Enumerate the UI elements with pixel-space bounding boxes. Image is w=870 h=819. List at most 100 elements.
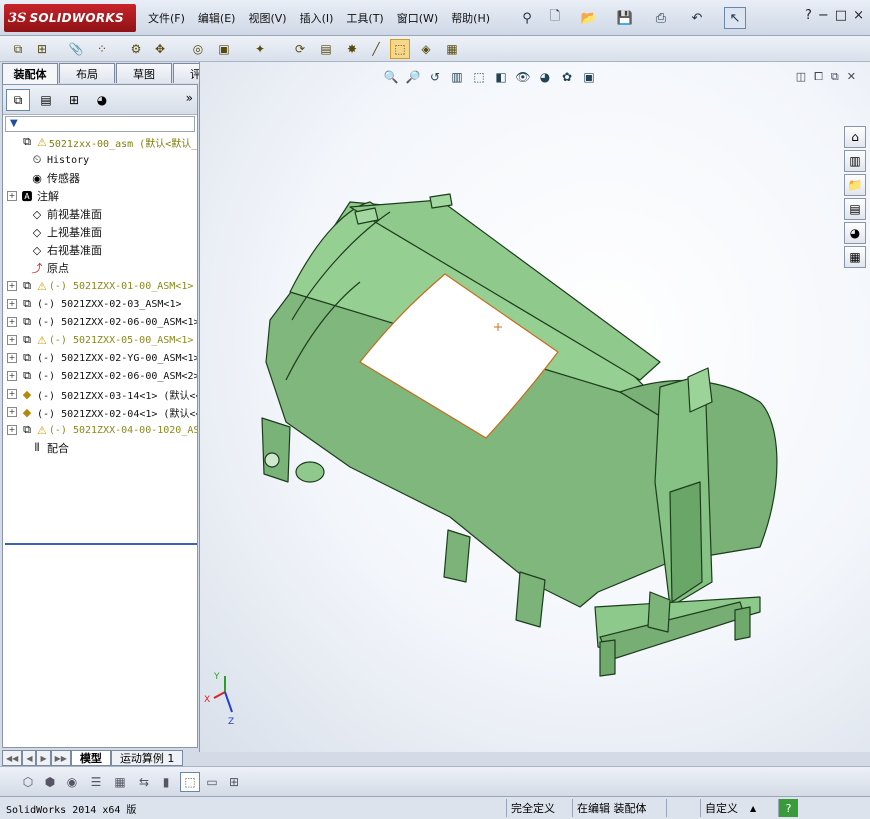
- window-pane-icon[interactable]: ▭: [202, 772, 222, 792]
- wireframe-icon[interactable]: ⬡: [18, 772, 38, 792]
- tree-item-front-plane[interactable]: ◇ 前视基准面: [3, 205, 197, 223]
- tab-model[interactable]: 模型: [70, 750, 111, 766]
- appearances-icon[interactable]: ◕: [844, 222, 866, 244]
- solidworks-resources-icon[interactable]: ⌂: [844, 126, 866, 148]
- tab-motion-study[interactable]: 运动算例 1: [110, 750, 184, 766]
- tab-scroll-prev-icon[interactable]: ◀: [22, 750, 37, 766]
- insert-component-icon[interactable]: ⊞: [32, 39, 52, 59]
- tree-component[interactable]: + ⧉ ⚠ (-) 5021ZXX-04-00-1020_ASM<1>: [3, 421, 197, 439]
- menu-help[interactable]: 帮助(H): [451, 10, 490, 26]
- hide-show-items-icon[interactable]: 👁: [514, 68, 532, 86]
- menu-view[interactable]: 视图(V): [248, 10, 286, 26]
- feature-tree-tab-icon[interactable]: ⧉: [6, 89, 30, 111]
- expand-toggle[interactable]: +: [7, 281, 17, 291]
- tree-component[interactable]: + ◆ (-) 5021ZXX-02-04<1> (默认<<默认>_显示状态 1…: [3, 403, 197, 421]
- list-view-icon[interactable]: ☰: [86, 772, 106, 792]
- new-motion-study-icon[interactable]: ⟳: [290, 39, 310, 59]
- section-view-icon[interactable]: ▥: [448, 68, 466, 86]
- assembly-features-icon[interactable]: ▣: [214, 39, 234, 59]
- edit-appearance-icon[interactable]: ◕: [536, 68, 554, 86]
- tree-root-assembly[interactable]: ⧉ ⚠ 5021zxx-00_asm (默认<默认_显示状态-1>): [3, 133, 197, 151]
- save-icon[interactable]: 💾: [614, 7, 636, 29]
- tree-item-mates[interactable]: ⫴ 配合: [3, 439, 197, 457]
- zoom-area-icon[interactable]: 🔎: [404, 68, 422, 86]
- shaded-edges-icon[interactable]: ⬚: [180, 772, 200, 792]
- tree-item-sensors[interactable]: ◉ 传感器: [3, 169, 197, 187]
- solidworks-logo[interactable]: 3S SOLIDWORKS: [4, 4, 136, 32]
- mate-icon[interactable]: 📎: [66, 39, 86, 59]
- new-document-icon[interactable]: 🗋: [544, 7, 566, 29]
- tab-scroll-last-icon[interactable]: ▶▶: [50, 750, 71, 766]
- layout-icon[interactable]: ⇆: [134, 772, 154, 792]
- previous-view-icon[interactable]: ↺: [426, 68, 444, 86]
- tab-assembly[interactable]: 装配体: [2, 63, 58, 84]
- edit-component-icon[interactable]: ⧉: [8, 39, 28, 59]
- graphics-viewport[interactable]: Y X Z 🔍 🔎 ↺ ▥ ⬚ ◧ 👁 ◕ ✿ ▣ ◫ ⧠ ⧉ ✕ ⌂ ▥ 📁 …: [199, 62, 870, 752]
- view-orientation-icon[interactable]: ⬚: [470, 68, 488, 86]
- tree-component[interactable]: + ⧉ (-) 5021ZXX-02-06-00_ASM<2>: [3, 367, 197, 385]
- expand-toggle[interactable]: +: [7, 389, 17, 399]
- tree-component[interactable]: + ⧉ (-) 5021ZXX-02-06-00_ASM<1>: [3, 313, 197, 331]
- tab-sketch[interactable]: 草图: [116, 63, 172, 83]
- tree-item-right-plane[interactable]: ◇ 右视基准面: [3, 241, 197, 259]
- close-button[interactable]: ×: [853, 8, 864, 23]
- menu-insert[interactable]: 插入(I): [300, 10, 334, 26]
- more-tabs-icon[interactable]: »: [186, 91, 193, 105]
- custom-properties-icon[interactable]: ▦: [844, 246, 866, 268]
- expand-toggle[interactable]: +: [7, 317, 17, 327]
- menu-window[interactable]: 窗口(W): [397, 10, 438, 26]
- configuration-manager-tab-icon[interactable]: ⊞: [62, 89, 86, 111]
- tree-item-history[interactable]: ⏲ History: [3, 151, 197, 169]
- tree-component[interactable]: + ◆ (-) 5021ZXX-03-14<1> (默认<<默认>_显示状态 1…: [3, 385, 197, 403]
- reference-geometry-icon[interactable]: ✦: [250, 39, 270, 59]
- expand-toggle[interactable]: +: [7, 425, 17, 435]
- expand-toggle[interactable]: +: [7, 191, 17, 201]
- show-hidden-icon[interactable]: ◎: [188, 39, 208, 59]
- design-library-icon[interactable]: ▥: [844, 150, 866, 172]
- view-palette-icon[interactable]: ▤: [844, 198, 866, 220]
- zoom-to-fit-icon[interactable]: 🔍: [382, 68, 400, 86]
- tab-scroll-next-icon[interactable]: ▶: [36, 750, 51, 766]
- split-view-icon[interactable]: ◫: [796, 70, 806, 84]
- restore-view-icon[interactable]: ⧠: [814, 70, 823, 84]
- property-manager-tab-icon[interactable]: ▤: [34, 89, 58, 111]
- apply-scene-icon[interactable]: ✿: [558, 68, 576, 86]
- rollback-bar[interactable]: [5, 543, 197, 545]
- move-component-icon[interactable]: ✥: [150, 39, 170, 59]
- select-cursor-icon[interactable]: ↖: [724, 7, 746, 29]
- explode-line-icon[interactable]: ╱: [366, 39, 386, 59]
- linear-pattern-icon[interactable]: ⁘: [92, 39, 112, 59]
- pin-icon[interactable]: ⚲: [516, 7, 538, 29]
- open-folder-icon[interactable]: 📂: [578, 7, 600, 29]
- vertical-bar-icon[interactable]: ▮: [156, 772, 176, 792]
- hidden-lines-icon[interactable]: ⬢: [40, 772, 60, 792]
- print-icon[interactable]: ⎙: [650, 7, 672, 29]
- menu-tools[interactable]: 工具(T): [346, 10, 383, 26]
- expand-toggle[interactable]: +: [7, 353, 17, 363]
- tab-layout[interactable]: 布局: [59, 63, 115, 83]
- menu-file[interactable]: 文件(F): [148, 10, 185, 26]
- tree-item-top-plane[interactable]: ◇ 上视基准面: [3, 223, 197, 241]
- help-icon[interactable]: ?: [778, 799, 798, 817]
- tree-component[interactable]: + ⧉ ⚠ (-) 5021ZXX-01-00_ASM<1>: [3, 277, 197, 295]
- tree-item-origin[interactable]: ⤴ 原点: [3, 259, 197, 277]
- instant3d-icon[interactable]: ⬚: [390, 39, 410, 59]
- tree-filter-input[interactable]: ▼: [5, 116, 195, 132]
- display-manager-tab-icon[interactable]: ◕: [90, 89, 114, 111]
- shaded-icon[interactable]: ◉: [62, 772, 82, 792]
- menu-edit[interactable]: 编辑(E): [198, 10, 236, 26]
- tree-item-annotations[interactable]: + 🅰 注解: [3, 187, 197, 205]
- bill-of-materials-icon[interactable]: ▤: [316, 39, 336, 59]
- view-settings-icon[interactable]: ▣: [580, 68, 598, 86]
- tree-component[interactable]: + ⧉ ⚠ (-) 5021ZXX-05-00_ASM<1>: [3, 331, 197, 349]
- display-style-icon[interactable]: ◧: [492, 68, 510, 86]
- expand-toggle[interactable]: +: [7, 407, 17, 417]
- expand-toggle[interactable]: +: [7, 371, 17, 381]
- exploded-view-icon[interactable]: ✸: [342, 39, 362, 59]
- assembly-model[interactable]: Y X Z: [200, 62, 870, 752]
- tree-component[interactable]: + ⧉ (-) 5021ZXX-02-03_ASM<1>: [3, 295, 197, 313]
- smart-fasteners-icon[interactable]: ⚙: [126, 39, 146, 59]
- units-selector[interactable]: 自定义 ▲: [700, 799, 776, 817]
- help-button[interactable]: ?: [805, 8, 812, 23]
- expand-toggle[interactable]: +: [7, 335, 17, 345]
